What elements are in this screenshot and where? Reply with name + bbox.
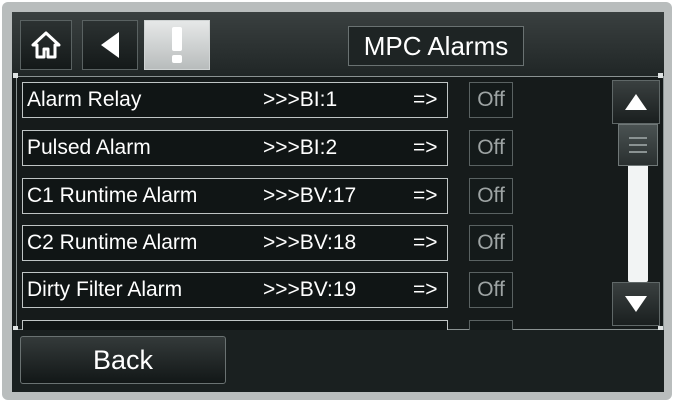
touch-screen: MPC Alarms Alarm Relay >>>BI:1 => Off Pu… bbox=[12, 12, 664, 392]
alarm-row-partial[interactable] bbox=[22, 320, 448, 330]
alarm-row[interactable]: Pulsed Alarm >>>BI:2 => bbox=[22, 130, 448, 166]
scroll-up-button[interactable] bbox=[612, 80, 660, 124]
alarm-arrow: => bbox=[413, 231, 438, 254]
back-nav-button[interactable] bbox=[82, 20, 138, 70]
alarm-arrow: => bbox=[413, 184, 438, 207]
home-button[interactable] bbox=[20, 20, 72, 70]
footer-bar: Back bbox=[12, 330, 664, 392]
scroll-down-icon bbox=[625, 296, 647, 312]
grip-line bbox=[629, 144, 647, 146]
alarm-row[interactable]: C2 Runtime Alarm >>>BV:18 => bbox=[22, 225, 448, 261]
alarm-point-ref: >>>BV:18 bbox=[263, 231, 357, 254]
alarm-value[interactable]: Off bbox=[469, 130, 513, 166]
back-button[interactable]: Back bbox=[20, 336, 226, 384]
page-title: MPC Alarms bbox=[348, 26, 524, 66]
alarm-row[interactable]: Dirty Filter Alarm >>>BV:19 => bbox=[22, 272, 448, 308]
alarm-point-ref: >>>BV:19 bbox=[263, 278, 357, 301]
alarm-name: Pulsed Alarm bbox=[27, 136, 151, 159]
alarm-value[interactable]: Off bbox=[469, 225, 513, 261]
alarm-point-ref: >>>BI:2 bbox=[263, 136, 338, 159]
panel-corner bbox=[658, 73, 663, 78]
alarm-row[interactable]: Alarm Relay >>>BI:1 => bbox=[22, 82, 448, 118]
grip-line bbox=[629, 137, 647, 139]
alarm-value-partial[interactable] bbox=[469, 320, 513, 330]
alarm-name: C2 Runtime Alarm bbox=[27, 231, 198, 254]
grip-line bbox=[629, 151, 647, 153]
header-bar: MPC Alarms bbox=[12, 12, 664, 76]
alarm-name: Dirty Filter Alarm bbox=[27, 278, 183, 301]
home-icon bbox=[31, 31, 61, 59]
scroll-up-icon bbox=[625, 94, 647, 110]
alarm-arrow: => bbox=[413, 278, 438, 301]
back-arrow-icon bbox=[101, 32, 119, 58]
alarm-value[interactable]: Off bbox=[469, 82, 513, 118]
alarm-value[interactable]: Off bbox=[469, 272, 513, 308]
alarm-point-ref: >>>BI:1 bbox=[263, 88, 338, 111]
alarm-name: Alarm Relay bbox=[27, 88, 142, 111]
alarm-row[interactable]: C1 Runtime Alarm >>>BV:17 => bbox=[22, 178, 448, 214]
exclamation-icon bbox=[172, 27, 182, 63]
alarm-name: C1 Runtime Alarm bbox=[27, 184, 198, 207]
alarms-button[interactable] bbox=[144, 20, 210, 70]
alarm-arrow: => bbox=[413, 88, 438, 111]
alarm-arrow: => bbox=[413, 136, 438, 159]
alarm-value[interactable]: Off bbox=[469, 178, 513, 214]
scrollbar-thumb[interactable] bbox=[618, 124, 658, 166]
scroll-down-button[interactable] bbox=[612, 282, 660, 326]
panel-corner bbox=[13, 73, 18, 78]
alarm-point-ref: >>>BV:17 bbox=[263, 184, 357, 207]
